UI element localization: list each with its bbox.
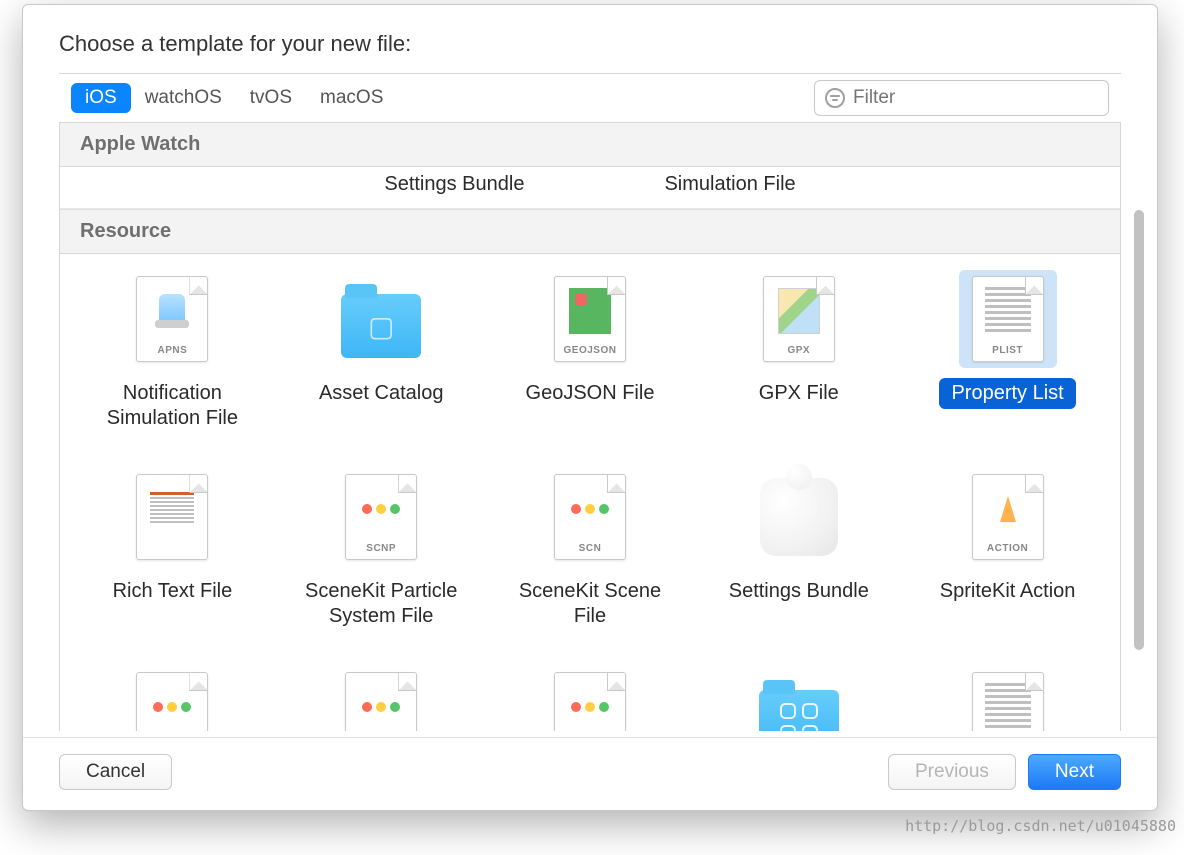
template-icon-wrap: GPX bbox=[750, 270, 848, 368]
file-tag: GEOJSON bbox=[555, 345, 625, 361]
template-icon-wrap: ▢ bbox=[332, 270, 430, 368]
template-label: Rich Text File bbox=[101, 576, 245, 607]
filter-input[interactable] bbox=[853, 87, 1098, 109]
template-spritekit-particle[interactable]: EMITTER SpriteKit Particle File bbox=[68, 662, 277, 731]
template-scroll[interactable]: Apple Watch Settings Bundle Simulation F… bbox=[60, 123, 1120, 731]
file-tag: ACTION bbox=[973, 543, 1043, 559]
template-icon-wrap: EMITTER bbox=[123, 666, 221, 731]
file-icon: ACTION bbox=[972, 474, 1044, 560]
template-spritekit-scene[interactable]: SCENE SpriteKit Scene bbox=[277, 662, 486, 731]
template-icon-wrap: TILESET bbox=[541, 666, 639, 731]
template-icon-wrap: GEOJSON bbox=[541, 270, 639, 368]
template-notification-sim[interactable]: APNS Notification Simulation File bbox=[68, 266, 277, 438]
file-icon: SCN bbox=[554, 474, 626, 560]
platform-toolbar: iOS watchOS tvOS macOS bbox=[59, 73, 1121, 123]
file-icon: APNS bbox=[136, 276, 208, 362]
folder-icon bbox=[759, 690, 839, 731]
file-icon: SCNP bbox=[345, 474, 417, 560]
template-strings[interactable]: STRINGS Strings File bbox=[903, 662, 1112, 731]
template-label: SpriteKit Action bbox=[928, 576, 1088, 607]
template-label: SceneKit Scene File bbox=[490, 576, 690, 632]
file-icon: PLIST bbox=[972, 276, 1044, 362]
file-icon: TILESET bbox=[554, 672, 626, 731]
template-sticker-catalog[interactable]: Sticker Catalog bbox=[694, 662, 903, 731]
template-icon-wrap bbox=[123, 468, 221, 566]
tab-ios[interactable]: iOS bbox=[71, 83, 131, 113]
apple-watch-row: Settings Bundle Simulation File bbox=[60, 167, 1120, 209]
template-settings-bundle-aw[interactable]: Settings Bundle bbox=[384, 173, 524, 196]
template-plist[interactable]: PLIST Property List bbox=[903, 266, 1112, 438]
template-settings-bundle[interactable]: Settings Bundle bbox=[694, 464, 903, 636]
template-scenekit-scene[interactable]: SCN SceneKit Scene File bbox=[486, 464, 695, 636]
dialog-title: Choose a template for your new file: bbox=[23, 5, 1157, 73]
folder-icon: ▢ bbox=[341, 294, 421, 358]
template-rtf[interactable]: Rich Text File bbox=[68, 464, 277, 636]
dialog-footer: Cancel Previous Next bbox=[23, 737, 1157, 810]
filter-icon bbox=[825, 88, 845, 108]
tab-macos[interactable]: macOS bbox=[306, 83, 397, 113]
template-geojson[interactable]: GEOJSON GeoJSON File bbox=[486, 266, 695, 438]
new-file-template-dialog: Choose a template for your new file: iOS… bbox=[22, 4, 1158, 811]
previous-button[interactable]: Previous bbox=[888, 754, 1016, 790]
template-simulation-file-aw[interactable]: Simulation File bbox=[664, 173, 795, 196]
next-button[interactable]: Next bbox=[1028, 754, 1121, 790]
template-icon-wrap bbox=[750, 468, 848, 566]
template-icon-wrap: SCNP bbox=[332, 468, 430, 566]
template-icon-wrap bbox=[750, 666, 848, 731]
template-icon-wrap: STRINGS bbox=[959, 666, 1057, 731]
template-icon-wrap: ACTION bbox=[959, 468, 1057, 566]
template-content: Apple Watch Settings Bundle Simulation F… bbox=[59, 123, 1121, 731]
bundle-icon bbox=[760, 478, 838, 556]
file-icon: STRINGS bbox=[972, 672, 1044, 731]
file-tag: SCNP bbox=[346, 543, 416, 559]
cancel-button[interactable]: Cancel bbox=[59, 754, 172, 790]
section-resource: Resource bbox=[60, 209, 1120, 254]
template-icon-wrap: SCENE bbox=[332, 666, 430, 731]
template-spritekit-action[interactable]: ACTION SpriteKit Action bbox=[903, 464, 1112, 636]
filter-box[interactable] bbox=[814, 80, 1109, 116]
template-gpx[interactable]: GPX GPX File bbox=[694, 266, 903, 438]
template-icon-wrap: APNS bbox=[123, 270, 221, 368]
resource-grid: APNS Notification Simulation File▢ Asset… bbox=[60, 254, 1120, 731]
file-icon bbox=[136, 474, 208, 560]
template-label: Notification Simulation File bbox=[72, 378, 272, 434]
file-icon: GPX bbox=[763, 276, 835, 362]
file-tag: SCN bbox=[555, 543, 625, 559]
template-asset-catalog[interactable]: ▢ Asset Catalog bbox=[277, 266, 486, 438]
template-scenekit-particle[interactable]: SCNP SceneKit Particle System File bbox=[277, 464, 486, 636]
template-icon-wrap: SCN bbox=[541, 468, 639, 566]
scrollbar-thumb[interactable] bbox=[1134, 210, 1144, 650]
template-label: SceneKit Particle System File bbox=[281, 576, 481, 632]
tab-tvos[interactable]: tvOS bbox=[236, 83, 306, 113]
file-icon: SCENE bbox=[345, 672, 417, 731]
file-icon: EMITTER bbox=[136, 672, 208, 731]
tab-watchos[interactable]: watchOS bbox=[131, 83, 236, 113]
template-label: Property List bbox=[939, 378, 1075, 409]
template-label: GeoJSON File bbox=[514, 378, 667, 409]
platform-tabs: iOS watchOS tvOS macOS bbox=[71, 83, 397, 113]
template-label: Settings Bundle bbox=[717, 576, 881, 607]
template-spritekit-tileset[interactable]: TILESET SpriteKit Tile Set bbox=[486, 662, 695, 731]
template-label: Asset Catalog bbox=[307, 378, 456, 409]
file-icon: GEOJSON bbox=[554, 276, 626, 362]
file-tag: GPX bbox=[764, 345, 834, 361]
file-tag: APNS bbox=[137, 345, 207, 361]
template-icon-wrap: PLIST bbox=[959, 270, 1057, 368]
section-apple-watch: Apple Watch bbox=[60, 123, 1120, 167]
watermark: http://blog.csdn.net/u01045880 bbox=[905, 817, 1176, 835]
file-tag: PLIST bbox=[973, 345, 1043, 361]
template-label: GPX File bbox=[747, 378, 851, 409]
